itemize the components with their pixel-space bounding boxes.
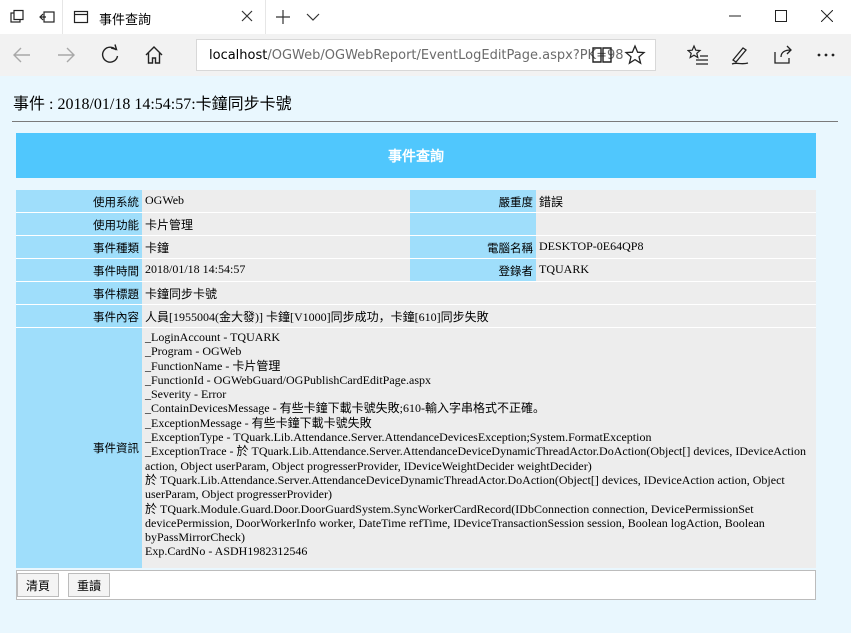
detail-line: _LoginAccount - TQUARK: [145, 330, 281, 344]
detail-line: _ExceptionMessage - 有些卡鐘下載卡號失敗: [145, 415, 372, 430]
panel-title: 事件查詢: [388, 148, 444, 165]
computer-label: 電腦名稱: [410, 236, 536, 258]
content-label: 事件內容: [16, 305, 142, 327]
panel-header: 事件查詢: [16, 133, 816, 178]
navigation-bar: localhost/OGWeb/OGWebReport/EventLogEdit…: [0, 34, 851, 76]
detail-line: 於 TQuark.Module.Guard.Door.DoorGuardSyst…: [145, 501, 765, 545]
reading-view-icon[interactable]: [590, 43, 614, 67]
favorites-hub-icon[interactable]: [686, 43, 710, 67]
back-arrow-icon[interactable]: [10, 43, 34, 67]
clear-button[interactable]: 清頁: [17, 573, 60, 597]
share-icon[interactable]: [771, 43, 795, 67]
detail-row: 事件資訊 _LoginAccount - TQUARK _Program - O…: [16, 328, 816, 568]
event-detail-grid: 使用系統 OGWeb 嚴重度 錯誤 使用功能 卡片管理 事件種類 卡鐘 電腦名稱…: [16, 190, 816, 568]
new-tab-icon[interactable]: [272, 6, 294, 28]
page-content: 事件 : 2018/01/18 14:54:57:卡鐘同步卡號 事件查詢 使用系…: [0, 76, 851, 633]
button-bar: 清頁 重讀: [16, 570, 816, 600]
type-value: 卡鐘: [145, 241, 170, 255]
grid-row: 事件時間 2018/01/18 14:54:57 登錄者 TQUARK: [16, 259, 816, 282]
detail-label: 事件資訊: [16, 328, 142, 568]
tab-preview-chevron-down-icon[interactable]: [302, 6, 324, 28]
subject-label: 事件標題: [16, 282, 142, 304]
detail-label-text: 事件資訊: [93, 441, 139, 455]
detail-line: _Severity - Error: [145, 387, 227, 402]
grid-row: 事件種類 卡鐘 電腦名稱 DESKTOP-0E64QP8: [16, 236, 816, 259]
detail-line: _ContainDevicesMessage - 有些卡鐘下載卡號失敗;610-…: [145, 401, 545, 416]
page-icon: [73, 9, 89, 25]
grid-row: 使用系統 OGWeb 嚴重度 錯誤: [16, 190, 816, 213]
set-aside-tabs-icon[interactable]: [36, 6, 58, 28]
time-value: 2018/01/18 14:54:57: [145, 262, 246, 276]
address-bar[interactable]: localhost/OGWeb/OGWebReport/EventLogEdit…: [196, 39, 656, 71]
tab-actions-icon[interactable]: [6, 6, 28, 28]
home-icon[interactable]: [142, 43, 166, 67]
function-value: 卡片管理: [145, 218, 194, 232]
function-label: 使用功能: [16, 213, 142, 235]
detail-value: _LoginAccount - TQUARK _Program - OGWeb …: [145, 330, 813, 559]
login-value: TQUARK: [539, 262, 589, 276]
minimize-icon[interactable]: [712, 0, 758, 32]
detail-line: Exp.CardNo - ASDH1982312546: [145, 544, 308, 559]
forward-arrow-icon[interactable]: [54, 43, 78, 67]
address-path: /OGWeb/OGWebReport/EventLogEditPage.aspx…: [267, 48, 624, 63]
empty-label: [410, 213, 536, 235]
severity-value: 錯誤: [539, 195, 564, 209]
title-divider: [12, 121, 838, 122]
type-label: 事件種類: [16, 236, 142, 258]
computer-value: DESKTOP-0E64QP8: [539, 239, 644, 253]
detail-line: _FunctionName - 卡片管理: [145, 358, 281, 373]
refresh-icon[interactable]: [98, 43, 122, 67]
time-label: 事件時間: [16, 259, 142, 281]
page-title: 事件 : 2018/01/18 14:54:57:卡鐘同步卡號: [13, 96, 292, 113]
content-value: 人員[1955004(金大發)] 卡鐘[V1000]同步成功，卡鐘[610]同步…: [145, 310, 489, 324]
system-value: OGWeb: [145, 193, 185, 207]
title-bar: 事件查詢: [0, 0, 851, 34]
more-options-icon[interactable]: [814, 43, 838, 67]
system-label: 使用系統: [16, 190, 142, 212]
address-host: localhost: [209, 48, 268, 63]
close-tab-icon[interactable]: [239, 8, 255, 24]
subject-value: 卡鐘同步卡號: [145, 287, 218, 301]
browser-tab-active[interactable]: 事件查詢: [62, 0, 266, 34]
pen-notes-icon[interactable]: [728, 43, 752, 67]
detail-line: _FunctionId - OGWebGuard/OGPublishCardEd…: [145, 372, 431, 387]
tab-title: 事件查詢: [99, 13, 152, 28]
grid-row: 事件標題 卡鐘同步卡號: [16, 282, 816, 305]
detail-line: 於 TQuark.Lib.Attendance.Server.Attendanc…: [145, 472, 785, 502]
detail-line: _ExceptionTrace - 於 TQuark.Lib.Attendanc…: [145, 444, 806, 473]
grid-row: 事件內容 人員[1955004(金大發)] 卡鐘[V1000]同步成功，卡鐘[6…: [16, 305, 816, 328]
favorite-star-icon[interactable]: [623, 43, 647, 67]
login-label: 登錄者: [410, 259, 536, 281]
severity-label: 嚴重度: [410, 190, 536, 212]
grid-row: 使用功能 卡片管理: [16, 213, 816, 236]
detail-line: _ExceptionType - TQuark.Lib.Attendance.S…: [145, 430, 652, 445]
reload-button[interactable]: 重讀: [68, 573, 111, 597]
maximize-icon[interactable]: [758, 0, 804, 32]
window-close-icon[interactable]: [804, 0, 850, 32]
detail-line: _Program - OGWeb: [145, 344, 242, 359]
